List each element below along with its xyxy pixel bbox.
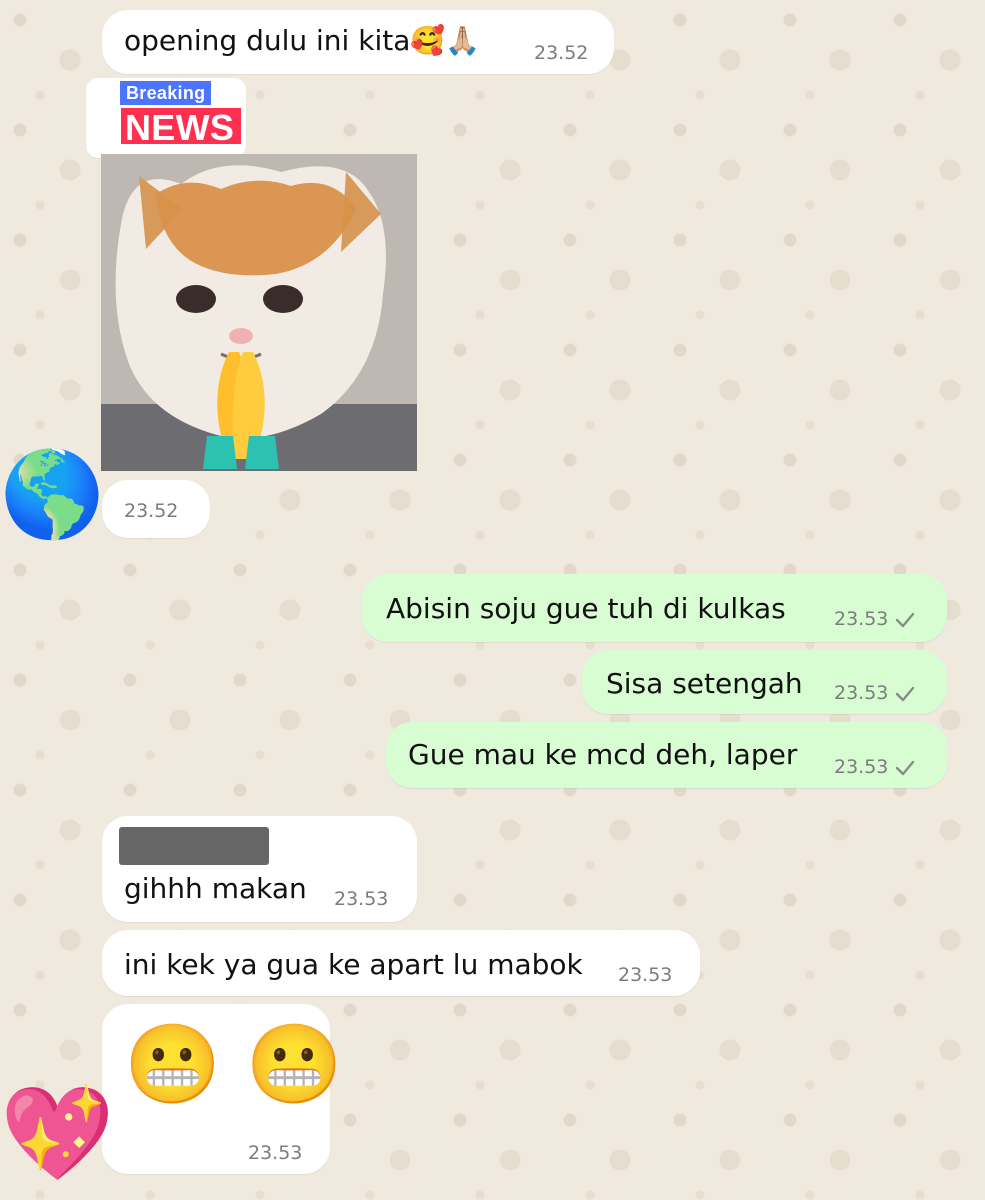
- sent-check-icon: [895, 612, 915, 628]
- message-time: 23.53: [618, 964, 673, 986]
- grimacing-face-emoji: 😬 😬: [124, 1020, 344, 1110]
- outgoing-message-bubble[interactable]: Abisin soju gue tuh di kulkas 23.53: [362, 574, 947, 642]
- incoming-message-bubble[interactable]: opening dulu ini kita🥰🙏🏼 23.52: [102, 10, 614, 74]
- message-text: Sisa setengah: [606, 667, 803, 700]
- news-label: NEWS: [118, 105, 244, 148]
- incoming-message-bubble[interactable]: ini kek ya gua ke apart lu mabok 23.53: [102, 930, 700, 996]
- message-time: 23.52: [124, 500, 179, 522]
- message-text: gihhh makan: [124, 872, 307, 905]
- sent-check-icon: [895, 760, 915, 776]
- message-text: Gue mau ke mcd deh, laper: [408, 738, 798, 771]
- message-time: 23.53: [834, 756, 889, 778]
- redacted-sender-name: [119, 827, 269, 865]
- sparkling-heart-reaction-icon: 💖: [0, 1080, 115, 1187]
- message-time: 23.52: [534, 42, 589, 64]
- cat-image[interactable]: [101, 154, 417, 471]
- sent-check-icon: [895, 686, 915, 702]
- outgoing-message-bubble[interactable]: Gue mau ke mcd deh, laper 23.53: [386, 722, 948, 788]
- earth-reaction-icon: 🌎: [0, 445, 105, 543]
- image-time-bubble[interactable]: 23.52: [102, 480, 210, 538]
- incoming-message-bubble[interactable]: gihhh makan 23.53: [102, 816, 417, 922]
- message-text: opening dulu ini kita🥰🙏🏼: [124, 24, 481, 57]
- incoming-emoji-bubble[interactable]: 😬 😬 23.53: [102, 1004, 343, 1174]
- message-time: 23.53: [834, 608, 889, 630]
- message-time: 23.53: [248, 1142, 303, 1164]
- message-time: 23.53: [834, 682, 889, 704]
- cat-praying-image-svg: [101, 154, 417, 471]
- breaking-news-label: Breaking NEWS: [118, 79, 244, 148]
- outgoing-message-bubble[interactable]: Sisa setengah 23.53: [582, 650, 947, 714]
- message-time: 23.53: [334, 888, 389, 910]
- message-text: Abisin soju gue tuh di kulkas: [386, 592, 786, 625]
- breaking-label: Breaking: [118, 79, 214, 107]
- message-text: ini kek ya gua ke apart lu mabok: [124, 948, 583, 981]
